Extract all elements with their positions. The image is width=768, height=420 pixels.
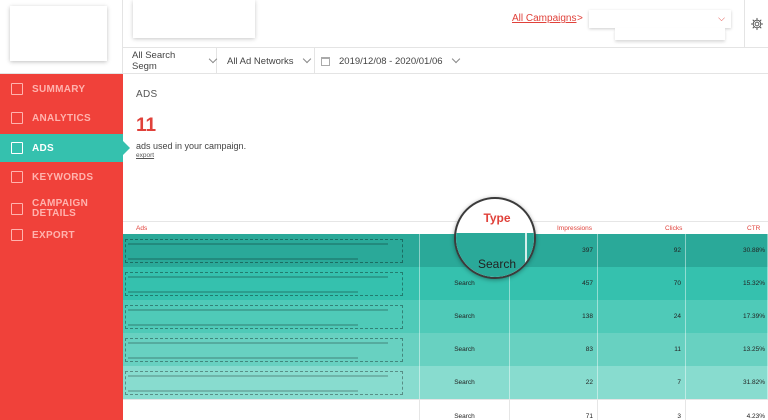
sidebar-item-label: EXPORT: [32, 229, 75, 241]
table-row[interactable]: Search 138 24 17.39%: [123, 300, 768, 333]
magnifier-overlay: Type Search: [454, 197, 536, 279]
top-header: All Campaigns > ⌵: [123, 0, 768, 48]
type-cell: Search: [420, 366, 510, 399]
sidebar-item-label: KEYWORDS: [32, 171, 94, 183]
ads-list-icon: [11, 142, 23, 154]
all-campaigns-link[interactable]: All Campaigns: [512, 13, 576, 24]
campaign-select-shadow: [615, 28, 725, 40]
clicks-cell: 7: [598, 366, 686, 399]
sidebar-item-label: SUMMARY: [32, 83, 86, 95]
table-row[interactable]: Search 83 11 13.25%: [123, 333, 768, 366]
impressions-cell: 138: [510, 300, 598, 333]
summary-icon: [11, 83, 23, 95]
table-row[interactable]: 397 92 30.88%: [123, 234, 768, 267]
sidebar-item-label: ANALYTICS: [32, 112, 92, 124]
type-cell: Search: [420, 400, 510, 420]
column-header-ads[interactable]: Ads: [136, 225, 147, 232]
type-cell: Search: [420, 300, 510, 333]
date-range-filter[interactable]: 2019/12/08 - 2020/01/06: [315, 48, 475, 74]
chevron-down-icon: [451, 54, 460, 64]
breadcrumb-separator: >: [577, 13, 583, 24]
ctr-cell: 13.25%: [686, 333, 768, 366]
ctr-cell: 17.39%: [686, 300, 768, 333]
app-window: SUMMARY ANALYTICS ADS KEYWORDS CAMPAIGN …: [0, 0, 768, 420]
table-header: Ads Impressions Clicks CTR: [123, 221, 768, 234]
keywords-icon: [11, 171, 23, 183]
page-title: ADS: [136, 89, 158, 100]
search-segment-filter[interactable]: All Search Segm: [123, 48, 218, 74]
date-range-value: 2019/12/08 - 2020/01/06: [339, 55, 443, 67]
ads-count: 11: [136, 115, 157, 136]
ads-table: Ads Impressions Clicks CTR 397 92 30.88%…: [123, 221, 768, 420]
ad-cell: [123, 366, 420, 399]
ad-cell: [123, 400, 420, 420]
chevron-down-icon: [302, 54, 311, 64]
table-row[interactable]: Search 71 3 4.23%: [123, 399, 768, 420]
impressions-cell: 83: [510, 333, 598, 366]
sidebar-item-export[interactable]: EXPORT: [0, 221, 123, 249]
impressions-cell: 22: [510, 366, 598, 399]
sidebar-item-ads[interactable]: ADS: [0, 134, 130, 162]
analytics-icon: [11, 112, 23, 124]
sidebar-item-label: ADS: [32, 142, 55, 154]
ctr-cell: 4.23%: [686, 400, 768, 420]
ctr-cell: 30.88%: [686, 234, 768, 267]
table-row[interactable]: Search 457 70 15.32%: [123, 267, 768, 300]
header-placeholder-box: [133, 0, 255, 38]
settings-button[interactable]: [744, 0, 768, 48]
export-link[interactable]: export: [136, 152, 154, 159]
magnifier-column-divider: [525, 233, 527, 277]
campaign-select[interactable]: ⌵: [589, 10, 731, 28]
clicks-cell: 11: [598, 333, 686, 366]
ad-cell: [123, 300, 420, 333]
search-segment-value: All Search Segm: [132, 50, 176, 72]
magnifier-row-fill: [456, 233, 534, 277]
ad-text-redacted: [125, 370, 403, 395]
ad-cell: [123, 234, 420, 267]
sidebar-item-analytics[interactable]: ANALYTICS: [0, 104, 123, 132]
ctr-cell: 31.82%: [686, 366, 768, 399]
table-row[interactable]: Search 22 7 31.82%: [123, 366, 768, 399]
ad-text-redacted: [125, 304, 403, 329]
impressions-cell: 71: [510, 400, 598, 420]
campaign-details-icon: [11, 203, 23, 215]
clicks-cell: 24: [598, 300, 686, 333]
ads-caption: ads used in your campaign.: [136, 141, 247, 151]
sidebar-item-label: CAMPAIGN DETAILS: [32, 199, 88, 219]
ad-cell: [123, 333, 420, 366]
export-icon: [11, 229, 23, 241]
ad-networks-filter[interactable]: All Ad Networks: [217, 48, 315, 74]
calendar-icon: [321, 56, 330, 66]
column-header-impressions[interactable]: Impressions: [557, 225, 592, 232]
logo-placeholder: [10, 6, 107, 61]
chevron-down-icon: ⌵: [718, 13, 725, 23]
ad-cell: [123, 267, 420, 300]
sidebar: SUMMARY ANALYTICS ADS KEYWORDS CAMPAIGN …: [0, 0, 130, 420]
sidebar-item-keywords[interactable]: KEYWORDS: [0, 163, 123, 191]
ad-text-redacted: [125, 271, 403, 296]
magnified-type-header: Type: [483, 211, 511, 225]
gear-icon: [750, 17, 763, 31]
column-header-ctr[interactable]: CTR: [747, 225, 760, 232]
magnified-type-value: Search: [477, 257, 517, 271]
sidebar-item-summary[interactable]: SUMMARY: [0, 75, 123, 103]
ctr-cell: 15.32%: [686, 267, 768, 300]
filter-bar: All Search Segm All Ad Networks 2019/12/…: [123, 48, 768, 74]
clicks-cell: 92: [598, 234, 686, 267]
clicks-cell: 3: [598, 400, 686, 420]
ad-text-redacted: [125, 238, 403, 263]
ad-networks-value: All Ad Networks: [227, 55, 294, 67]
logo-area: [0, 0, 123, 74]
clicks-cell: 70: [598, 267, 686, 300]
label-line-2: DETAILS: [32, 208, 77, 219]
type-cell: Search: [420, 333, 510, 366]
column-header-clicks[interactable]: Clicks: [665, 225, 682, 232]
ad-text-redacted: [125, 337, 403, 362]
